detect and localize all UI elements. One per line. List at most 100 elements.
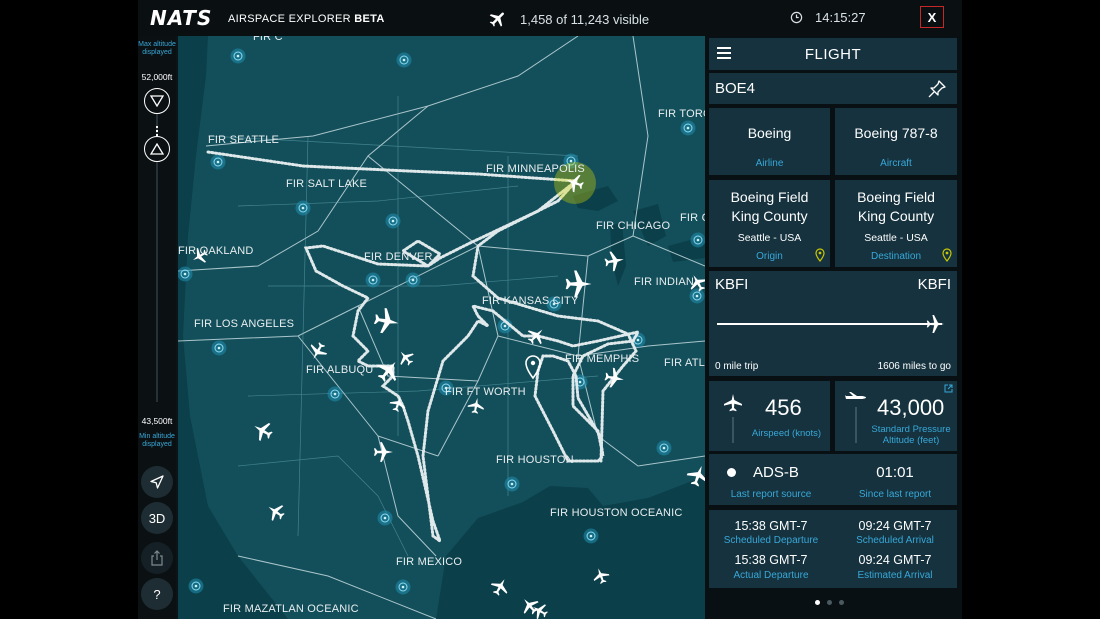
map-marker-icon [815, 248, 825, 262]
beta-badge: BETA [354, 13, 385, 25]
progress-track [717, 323, 942, 325]
fir-label-salt-lake: FIR SALT LAKE [286, 178, 368, 190]
fir-label-chicago: FIR CHICAGO [596, 220, 671, 232]
plane-icon [489, 12, 504, 27]
estimated-arrival: 09:24 GMT-7 [858, 553, 932, 567]
flight-panel: FLIGHT BOE4 Boeing Airline Boeing 787-8 … [705, 36, 962, 619]
callsign-row: BOE4 [709, 73, 957, 104]
scheduled-departure-label: Scheduled Departure [723, 535, 819, 546]
clock: 14:15:27 [790, 10, 866, 25]
page-dot[interactable] [815, 600, 820, 605]
fir-label-memphis: FIR MEMPHIS [565, 353, 640, 365]
fir-label-fort-worth: FIR FT WORTH [445, 386, 526, 398]
origin-city: Seattle - USA [737, 232, 802, 244]
close-button[interactable]: X [920, 6, 944, 28]
plane-side-icon [845, 392, 866, 399]
trip-distance: 0 mile trip [715, 361, 759, 372]
aircraft-cell: Boeing 787-8 Aircraft [835, 108, 957, 175]
origin-name-2: King County [731, 208, 808, 224]
airline-cell: Boeing Airline [709, 108, 830, 175]
scheduled-arrival: 09:24 GMT-7 [858, 519, 932, 533]
visible-counter: 1,458 of 11,243 visible [488, 9, 649, 29]
max-altitude-handle[interactable] [144, 88, 170, 114]
map-marker-icon [942, 248, 952, 262]
clock-time: 14:15:27 [815, 10, 866, 25]
app-frame: NATS AIRSPACE EXPLORER BETA 1,458 of 11,… [138, 0, 962, 619]
dest-label: Destination [870, 251, 922, 262]
panel-title: FLIGHT [804, 46, 862, 63]
page-dot[interactable] [827, 600, 832, 605]
triangle-down-icon [150, 95, 164, 107]
origin-name-1: Boeing Field [730, 189, 809, 205]
origin-label: Origin [756, 251, 783, 262]
max-altitude-label: Max altitude displayed [138, 41, 176, 56]
share-icon [151, 550, 163, 566]
route-progress: KBFI KBFI 0 mile trip 1606 miles to go [709, 271, 957, 376]
airspeed-value: 456 [765, 395, 802, 420]
pushpin-icon[interactable] [927, 79, 947, 99]
fir-label-denver: FIR DENVER [364, 251, 433, 263]
actual-departure: 15:38 GMT-7 [734, 553, 808, 567]
fir-label-toronto: FIR TORO [658, 108, 705, 120]
altitude-rail: Max altitude displayed 52,000ft 43,500ft… [138, 36, 176, 619]
top-bar: NATS AIRSPACE EXPLORER BETA 1,458 of 11,… [138, 0, 962, 36]
fir-label-mexico: FIR MEXICO [396, 556, 463, 568]
schedule-times: 15:38 GMT-7 Scheduled Departure 09:24 GM… [709, 510, 957, 588]
dest-city: Seattle - USA [864, 232, 928, 244]
fir-label-mazatlan-oceanic: FIR MAZATLAN OCEANIC [223, 603, 359, 615]
distance-to-go: 1606 miles to go [877, 361, 951, 372]
external-link-icon[interactable] [944, 384, 953, 393]
aircraft-type: Boeing 787-8 [854, 125, 938, 141]
plane-icon [724, 394, 742, 412]
clock-icon [790, 11, 803, 24]
altitude-label-2: Altitude (feet) [882, 435, 940, 446]
source-label: Last report source [730, 489, 812, 500]
airline-label: Airline [755, 158, 784, 169]
airspeed-gauge [732, 417, 734, 443]
airspeed-label: Airspeed (knots) [751, 428, 822, 439]
scheduled-departure: 15:38 GMT-7 [734, 519, 808, 533]
altitude-gauge [855, 407, 857, 443]
3d-button[interactable]: 3D [141, 502, 173, 534]
altitude-cell: 43,000 Standard Pressure Altitude (feet) [835, 381, 957, 451]
min-altitude-handle[interactable] [144, 136, 170, 162]
fir-label-minneapolis: FIR MINNEAPOLIS [486, 163, 585, 175]
scheduled-arrival-label: Scheduled Arrival [856, 535, 934, 546]
fir-label-kansas-city: FIR KANSAS CITY [482, 295, 579, 307]
airline-name: Boeing [747, 125, 792, 141]
share-button[interactable] [141, 542, 173, 574]
fir-label-albuquerque: FIR ALBUQU [306, 364, 374, 376]
map-view[interactable]: FIR C FIR SEATTLE FIR SALT LAKE FIR MINN… [178, 36, 705, 619]
app-title: AIRSPACE EXPLORER BETA [228, 13, 385, 25]
dest-name-2: King County [857, 208, 935, 224]
fir-label-houston: FIR HOUSTON [496, 454, 574, 466]
destination-cell: Boeing Field King County Seattle - USA D… [835, 180, 957, 267]
app-title-text: AIRSPACE EXPLORER [228, 13, 351, 25]
fir-label-cleveland: FIR C [680, 212, 705, 224]
origin-cell: Boeing Field King County Seattle - USA O… [709, 180, 830, 267]
source-value: ADS-B [753, 464, 799, 481]
fir-label-seattle: FIR SEATTLE [208, 134, 280, 146]
triangle-up-icon [150, 143, 164, 155]
altitude-label-1: Standard Pressure [871, 424, 951, 435]
since-label: Since last report [858, 489, 932, 500]
fir-label-oakland: FIR OAKLAND [178, 245, 254, 257]
dest-name-1: Boeing Field [857, 189, 935, 205]
plane-icon [926, 315, 944, 333]
from-code: KBFI [715, 276, 749, 293]
estimated-arrival-label: Estimated Arrival [857, 570, 933, 581]
min-altitude-value: 43,500ft [141, 416, 173, 426]
min-altitude-label: Min altitude displayed [139, 433, 175, 448]
callsign: BOE4 [715, 80, 756, 97]
help-button[interactable]: ? [141, 578, 173, 610]
locate-button[interactable] [141, 466, 173, 498]
source-dot [727, 468, 736, 477]
panel-header: FLIGHT [709, 38, 957, 70]
page-dot[interactable] [839, 600, 844, 605]
fir-label-indianapolis: FIR INDIAN [634, 276, 695, 288]
to-code: KBFI [917, 276, 951, 293]
since-value: 01:01 [876, 464, 914, 481]
aircraft-label: Aircraft [880, 158, 912, 169]
page-indicator[interactable] [815, 600, 844, 605]
max-altitude-value: 52,000ft [141, 72, 173, 82]
